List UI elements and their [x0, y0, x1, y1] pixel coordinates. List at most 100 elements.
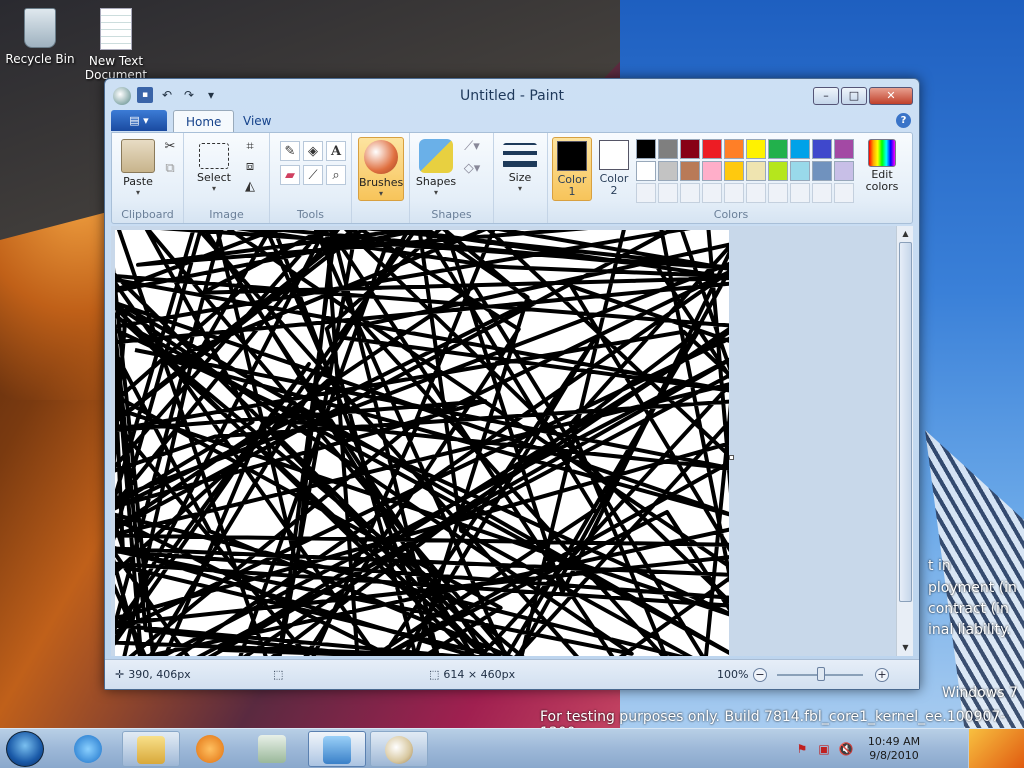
ribbon: Paste ▾ ✂ ⧉ Clipboard Select ▾ ⌗ ⧈ ◭ Ima… — [111, 132, 913, 224]
cut-icon[interactable]: ✂ — [160, 137, 180, 157]
vertical-scrollbar[interactable]: ▲ ▼ — [896, 226, 913, 656]
minimize-button[interactable]: – — [813, 87, 839, 105]
color-swatch[interactable] — [746, 161, 766, 181]
color-swatch[interactable] — [680, 161, 700, 181]
color-swatch[interactable] — [812, 183, 832, 203]
zoom-out-icon[interactable]: − — [753, 668, 767, 682]
shapes-label: Shapes — [415, 175, 457, 188]
scroll-thumb[interactable] — [899, 242, 912, 602]
window-title: Untitled - Paint — [460, 88, 564, 104]
color-2-button[interactable]: Color 2 — [594, 137, 634, 201]
taskbar-internet-explorer[interactable] — [60, 731, 118, 767]
color-swatch[interactable] — [658, 139, 678, 159]
fill-shape-icon[interactable]: ◇▾ — [462, 159, 482, 179]
drawing-canvas[interactable] — [111, 226, 736, 656]
copy-icon[interactable]: ⧉ — [160, 159, 180, 179]
color-swatch[interactable] — [768, 161, 788, 181]
canvas-resize-handle[interactable] — [729, 455, 734, 460]
color-swatch[interactable] — [834, 183, 854, 203]
scroll-down-icon[interactable]: ▼ — [897, 640, 913, 656]
color-swatch[interactable] — [702, 161, 722, 181]
selection-icon: ⬚ — [273, 668, 284, 681]
select-button[interactable]: Select ▾ — [192, 137, 236, 201]
text-icon[interactable]: A — [326, 141, 346, 161]
color-swatch[interactable] — [768, 139, 788, 159]
help-icon[interactable]: ? — [896, 113, 911, 128]
rotate-icon[interactable]: ◭ — [240, 177, 260, 197]
line-size-icon — [503, 143, 537, 169]
color-swatch[interactable] — [746, 139, 766, 159]
crop-icon[interactable]: ⌗ — [240, 137, 260, 157]
color-swatch[interactable] — [680, 183, 700, 203]
desktop-icon-recycle-bin[interactable]: Recycle Bin — [0, 8, 80, 66]
pencil-icon[interactable]: ✎ — [280, 141, 300, 161]
color-picker-icon[interactable]: ⟋ — [303, 165, 323, 185]
shapes-button[interactable]: Shapes ▾ — [414, 137, 458, 201]
color-swatch[interactable] — [812, 139, 832, 159]
paint-menu-button[interactable]: ▤ ▾ — [111, 110, 167, 131]
clock-date: 9/8/2010 — [869, 749, 919, 762]
color-swatch[interactable] — [636, 139, 656, 159]
color-swatch[interactable] — [790, 161, 810, 181]
group-tools: ✎ ◈ A ▰ ⟋ ⌕ Tools — [270, 133, 352, 223]
size-label: Size — [508, 171, 532, 184]
system-tray: ⚑ ▣ 🔇 10:49 AM 9/8/2010 — [784, 729, 964, 768]
color-swatch[interactable] — [702, 139, 722, 159]
color-2-label: 2 — [610, 184, 618, 197]
brushes-button[interactable]: Brushes ▾ — [358, 137, 404, 201]
volume-muted-icon[interactable]: 🔇 — [838, 741, 854, 757]
color-swatch[interactable] — [834, 139, 854, 159]
group-label: Colors — [713, 208, 749, 221]
scroll-up-icon[interactable]: ▲ — [897, 226, 913, 242]
color-swatch[interactable] — [658, 161, 678, 181]
tab-view[interactable]: View — [231, 110, 283, 132]
color-swatch[interactable] — [724, 139, 744, 159]
zoom-slider-thumb[interactable] — [817, 667, 825, 681]
color-swatch[interactable] — [812, 161, 832, 181]
zoom-in-icon[interactable]: + — [875, 668, 889, 682]
color-swatch[interactable] — [702, 183, 722, 203]
brush-icon — [364, 140, 398, 174]
edit-colors-button[interactable]: Edit colors — [862, 137, 902, 201]
network-icon[interactable]: ▣ — [816, 741, 832, 757]
zoom-level: 100% — [717, 668, 749, 681]
color-swatch[interactable] — [724, 161, 744, 181]
taskbar-media-player[interactable] — [182, 731, 240, 767]
chevron-down-icon: ▾ — [135, 188, 140, 197]
maximize-button[interactable]: □ — [841, 87, 867, 105]
taskbar-paint[interactable] — [370, 731, 428, 767]
color-swatch[interactable] — [790, 139, 810, 159]
close-button[interactable]: ✕ — [869, 87, 913, 105]
color-swatch[interactable] — [724, 183, 744, 203]
color-swatch[interactable] — [746, 183, 766, 203]
taskbar-notepad[interactable] — [244, 731, 302, 767]
size-button[interactable]: Size ▾ — [498, 137, 542, 201]
color-swatch[interactable] — [768, 183, 788, 203]
start-button[interactable] — [6, 731, 44, 767]
outline-icon[interactable]: ⟋▾ — [462, 137, 482, 157]
taskbar-windows-explorer[interactable] — [122, 731, 180, 767]
show-desktop-button[interactable] — [968, 729, 1024, 768]
magnifier-icon[interactable]: ⌕ — [326, 165, 346, 185]
watermark-line: t in — [928, 558, 951, 574]
paste-button[interactable]: Paste ▾ — [116, 137, 160, 201]
color-swatch[interactable] — [680, 139, 700, 159]
action-center-icon[interactable]: ⚑ — [794, 741, 810, 757]
fill-icon[interactable]: ◈ — [303, 141, 323, 161]
color-swatch[interactable] — [834, 161, 854, 181]
color-swatch[interactable] — [636, 183, 656, 203]
eraser-icon[interactable]: ▰ — [280, 165, 300, 185]
color-swatch[interactable] — [636, 161, 656, 181]
desktop-icon-label: Recycle Bin — [5, 52, 75, 66]
desktop-icon-new-text-document[interactable]: New Text Document — [76, 8, 156, 86]
title-bar[interactable]: ▪ ↶ ↷ ▾ Untitled - Paint – □ ✕ — [105, 79, 919, 111]
color-1-button[interactable]: Color 1 — [552, 137, 592, 201]
resize-icon[interactable]: ⧈ — [240, 157, 260, 177]
group-label: Tools — [296, 208, 325, 221]
color-swatch[interactable] — [790, 183, 810, 203]
chevron-down-icon: ▾ — [433, 188, 438, 197]
tab-home[interactable]: Home — [173, 110, 235, 132]
taskbar-control-panel[interactable] — [308, 731, 366, 767]
clock[interactable]: 10:49 AM 9/8/2010 — [862, 735, 926, 763]
color-swatch[interactable] — [658, 183, 678, 203]
